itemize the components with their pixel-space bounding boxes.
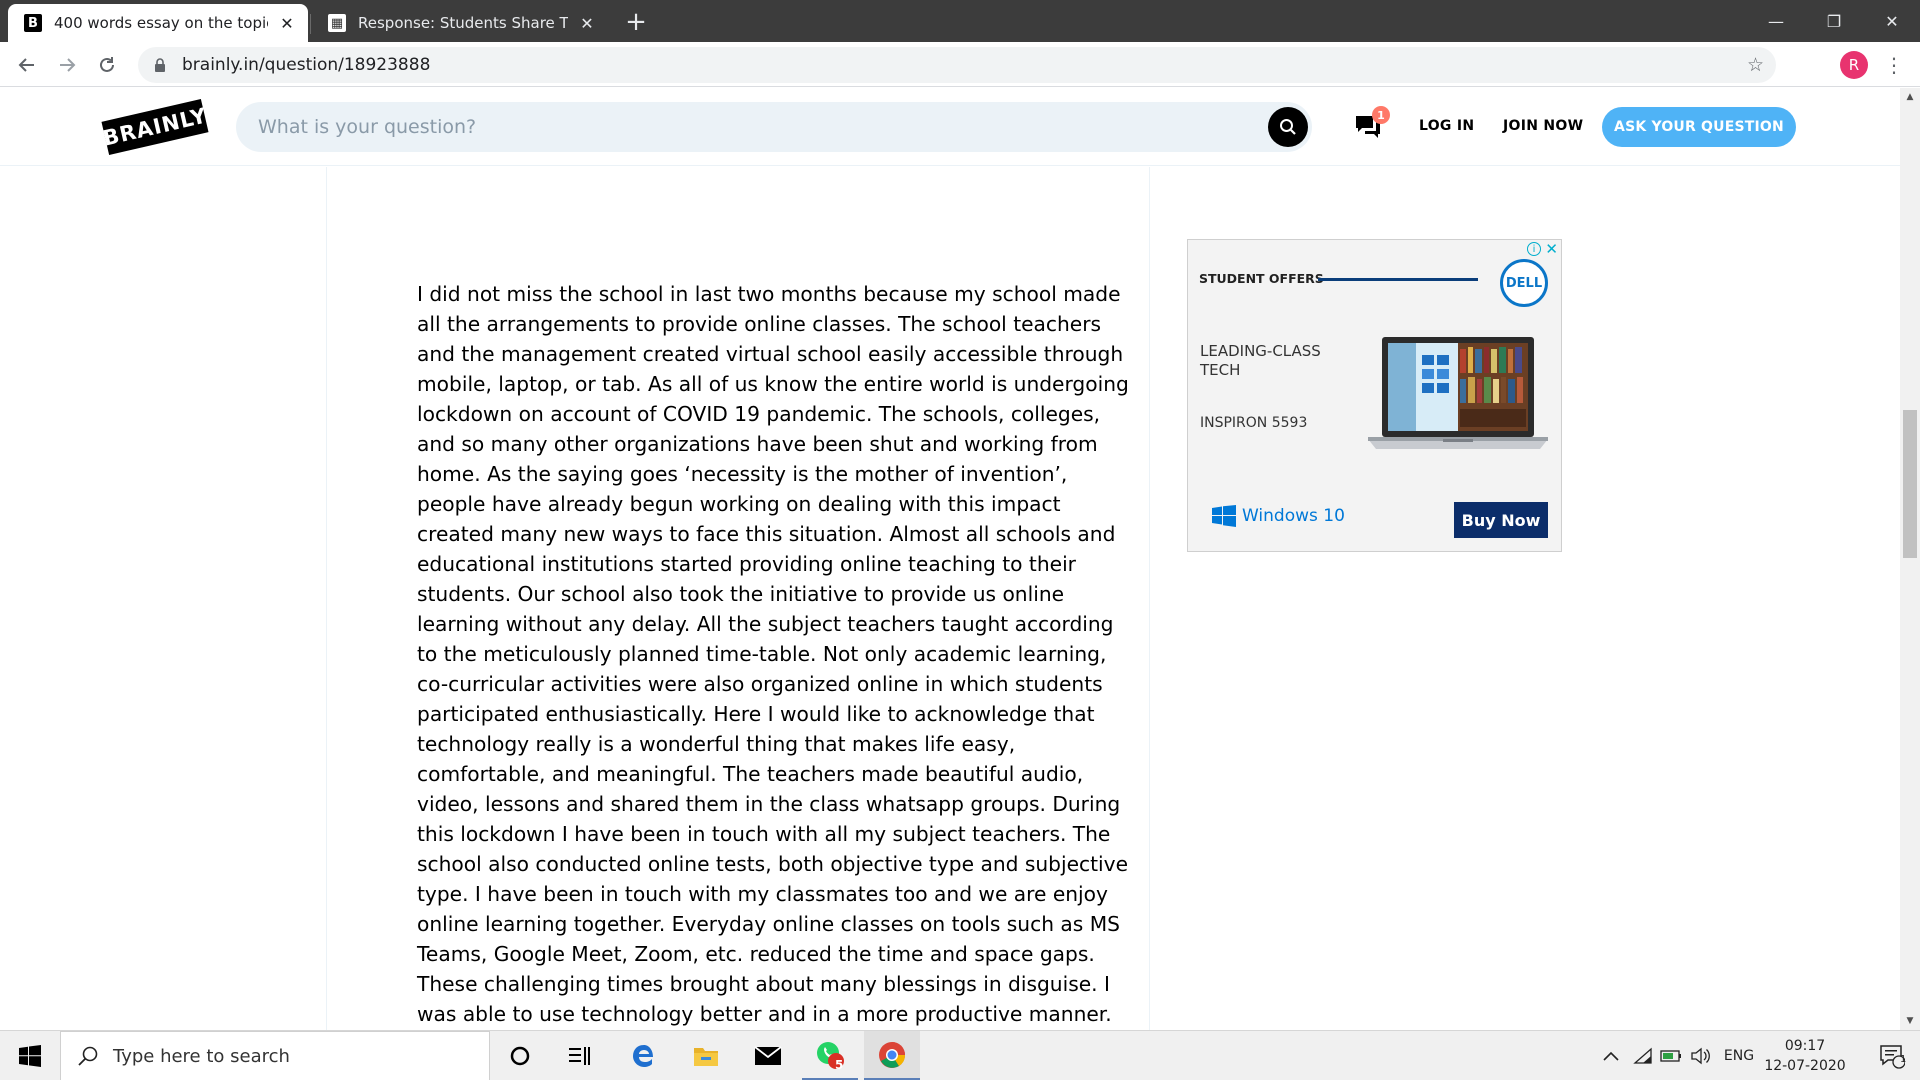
- chrome-button[interactable]: [864, 1031, 920, 1080]
- question-search-bar: [236, 102, 1312, 152]
- network-button[interactable]: [1630, 1031, 1656, 1080]
- messages-badge: 1: [1372, 106, 1390, 124]
- dell-advertisement[interactable]: i ✕ STUDENT OFFERS DELL LEADING-CLASS TE…: [1187, 239, 1562, 552]
- search-icon: [1280, 119, 1296, 135]
- scroll-down-arrow-icon[interactable]: ▼: [1900, 1012, 1920, 1030]
- tab-close-icon[interactable]: ✕: [276, 12, 298, 34]
- url-text: brainly.in/question/18923888: [182, 55, 431, 75]
- task-view-icon: [569, 1047, 590, 1065]
- windows-taskbar: Type here to search 5 ENG 09:17 12-07-20…: [0, 1030, 1920, 1080]
- chrome-icon: [879, 1041, 906, 1068]
- laptop-image: [1368, 337, 1548, 449]
- taskbar-search-placeholder: Type here to search: [113, 1045, 290, 1067]
- tab-close-icon[interactable]: ✕: [576, 12, 598, 34]
- action-center-button[interactable]: 1: [1864, 1031, 1920, 1080]
- ad-student-offers: STUDENT OFFERS: [1199, 271, 1324, 286]
- show-hidden-icons-button[interactable]: [1596, 1031, 1626, 1080]
- clock-time: 09:17: [1784, 1038, 1826, 1054]
- bookmark-star-icon[interactable]: ☆: [1747, 54, 1764, 76]
- restore-button[interactable]: ❐: [1806, 0, 1862, 42]
- taskbar-search-box[interactable]: Type here to search: [60, 1031, 490, 1080]
- minimize-button[interactable]: —: [1748, 0, 1804, 42]
- wifi-icon: [1633, 1047, 1652, 1064]
- answer-text: I did not miss the school in last two mo…: [417, 282, 1129, 1026]
- new-tab-button[interactable]: +: [620, 6, 652, 38]
- cortana-circle-icon: [510, 1046, 530, 1066]
- browser-toolbar: brainly.in/question/18923888 ☆ R ⋮: [0, 42, 1920, 87]
- login-link[interactable]: LOG IN: [1419, 118, 1474, 134]
- notification-count: 1: [1900, 1054, 1907, 1065]
- tab-brainly[interactable]: B 400 words essay on the topic " I d ✕: [8, 4, 308, 42]
- forward-arrow-icon: [60, 58, 76, 72]
- chevron-up-icon: [1603, 1051, 1619, 1061]
- battery-button[interactable]: [1658, 1031, 1684, 1080]
- tab-response[interactable]: ▦ Response: Students Share Their E ✕: [312, 4, 608, 42]
- search-button[interactable]: [1268, 107, 1308, 147]
- join-now-link[interactable]: JOIN NOW: [1503, 118, 1583, 134]
- search-icon: [78, 1046, 98, 1066]
- tab-title: 400 words essay on the topic " I d: [54, 14, 268, 32]
- dell-logo: DELL: [1500, 259, 1548, 307]
- reload-button[interactable]: [90, 48, 124, 82]
- speaker-icon: [1691, 1047, 1710, 1065]
- start-button[interactable]: [0, 1031, 60, 1080]
- clock-date: 12-07-2020: [1764, 1058, 1846, 1074]
- web-page: BRAINLY 1 LOG IN JOIN NOW ASK YOUR QUEST…: [0, 88, 1900, 1030]
- scroll-up-arrow-icon[interactable]: ▲: [1900, 88, 1920, 106]
- profile-avatar[interactable]: R: [1840, 51, 1868, 79]
- volume-button[interactable]: [1688, 1031, 1714, 1080]
- windows-start-icon: [19, 1045, 41, 1067]
- forward-button[interactable]: [50, 48, 84, 82]
- ad-info-icon[interactable]: i: [1527, 242, 1541, 256]
- brainly-logo[interactable]: BRAINLY: [101, 98, 209, 156]
- whatsapp-badge: 5: [835, 1058, 844, 1072]
- file-explorer-button[interactable]: [678, 1031, 734, 1080]
- system-clock[interactable]: 09:17 12-07-2020: [1760, 1036, 1850, 1076]
- whatsapp-button[interactable]: 5: [802, 1031, 858, 1080]
- brainly-favicon-icon: B: [24, 14, 42, 32]
- back-button[interactable]: [10, 48, 44, 82]
- ask-question-button[interactable]: ASK YOUR QUESTION: [1602, 107, 1796, 147]
- ad-close-icon[interactable]: ✕: [1545, 240, 1558, 258]
- language-indicator[interactable]: ENG: [1720, 1031, 1758, 1080]
- windows-10-text: Windows 10: [1242, 506, 1345, 526]
- buy-now-button[interactable]: Buy Now: [1454, 502, 1548, 538]
- battery-icon: [1660, 1050, 1681, 1062]
- folder-icon: [694, 1048, 718, 1066]
- windows-logo-icon: [1212, 505, 1236, 527]
- mail-button[interactable]: [740, 1031, 796, 1080]
- ad-headline: LEADING-CLASS TECH: [1200, 342, 1321, 379]
- cortana-button[interactable]: [492, 1031, 548, 1080]
- back-arrow-icon: [18, 58, 34, 72]
- scrollbar-thumb[interactable]: [1903, 410, 1917, 558]
- edge-browser-button[interactable]: [616, 1031, 672, 1080]
- address-bar[interactable]: brainly.in/question/18923888 ☆: [138, 47, 1776, 83]
- ad-divider-line: [1318, 278, 1478, 281]
- lock-icon: [152, 57, 168, 73]
- windows-10-logo: Windows 10: [1212, 505, 1345, 527]
- mail-envelope-icon: [754, 1046, 782, 1065]
- site-header: BRAINLY 1 LOG IN JOIN NOW ASK YOUR QUEST…: [0, 88, 1900, 166]
- page-scrollbar[interactable]: ▲ ▼: [1900, 88, 1920, 1030]
- reload-icon: [100, 57, 114, 72]
- browser-menu-icon[interactable]: ⋮: [1880, 50, 1908, 80]
- news-favicon-icon: ▦: [328, 14, 346, 32]
- question-search-input[interactable]: [236, 102, 1236, 152]
- tab-separator: [310, 14, 311, 34]
- task-view-button[interactable]: [552, 1031, 608, 1080]
- browser-tab-strip: B 400 words essay on the topic " I d ✕ ▦…: [0, 0, 1920, 42]
- ad-model-name: INSPIRON 5593: [1200, 415, 1308, 431]
- edge-icon: [633, 1045, 653, 1067]
- tab-title: Response: Students Share Their E: [358, 14, 568, 32]
- close-window-button[interactable]: ✕: [1864, 0, 1920, 42]
- answer-column: I did not miss the school in last two mo…: [326, 167, 1150, 1030]
